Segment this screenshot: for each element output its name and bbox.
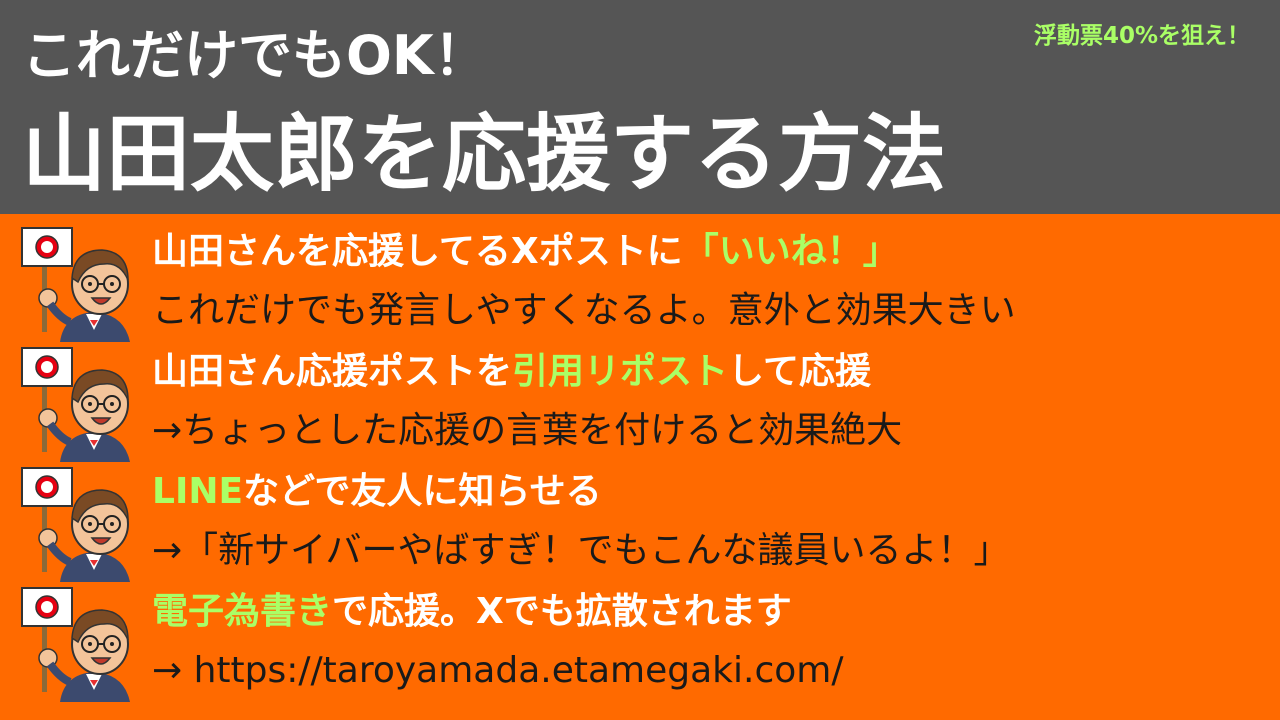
- item-heading: LINEなどで友人に知らせる: [152, 471, 602, 512]
- avatar-flag-icon: [20, 466, 138, 582]
- item-description: →「新サイバーやばすぎ！でもこんな議員いるよ！」: [152, 530, 1010, 571]
- list-item: 山田さん応援ポストを引用リポストして応援 →ちょっとした応援の言葉を付けると効果…: [0, 340, 1280, 462]
- avatar-flag-icon: [20, 346, 138, 462]
- highlight-text: 引用リポスト: [512, 351, 729, 392]
- header-subtitle: これだけでもOK！: [22, 24, 488, 87]
- highlight-text: LINE: [152, 471, 244, 512]
- item-description: →ちょっとした応援の言葉を付けると効果絶大: [152, 410, 903, 451]
- list-item: LINEなどで友人に知らせる →「新サイバーやばすぎ！でもこんな議員いるよ！」: [0, 460, 1280, 582]
- page-title: 山田太郎を応援する方法: [22, 105, 947, 203]
- item-description: これだけでも発言しやすくなるよ。意外と効果大きい: [152, 290, 1016, 331]
- list-item: 電子為書きで応援。Xでも拡散されます → https://taroyamada.…: [0, 580, 1280, 702]
- item-heading: 山田さんを応援してるXポストに「いいね！」: [152, 231, 899, 272]
- item-heading: 山田さん応援ポストを引用リポストして応援: [152, 351, 871, 392]
- highlight-text: 電子為書き: [152, 591, 333, 632]
- avatar-flag-icon: [20, 586, 138, 702]
- highlight-text: 「いいね！」: [682, 231, 899, 272]
- item-url-text: → https://taroyamada.etamegaki.com/: [152, 650, 844, 691]
- header-banner: これだけでもOK！ 山田太郎を応援する方法 浮動票40%を狙え！: [0, 0, 1280, 214]
- header-badge: 浮動票40%を狙え！: [1033, 23, 1250, 49]
- list-item: 山田さんを応援してるXポストに「いいね！」 これだけでも発言しやすくなるよ。意外…: [0, 220, 1280, 342]
- item-heading: 電子為書きで応援。Xでも拡散されます: [152, 591, 792, 632]
- avatar-flag-icon: [20, 226, 138, 342]
